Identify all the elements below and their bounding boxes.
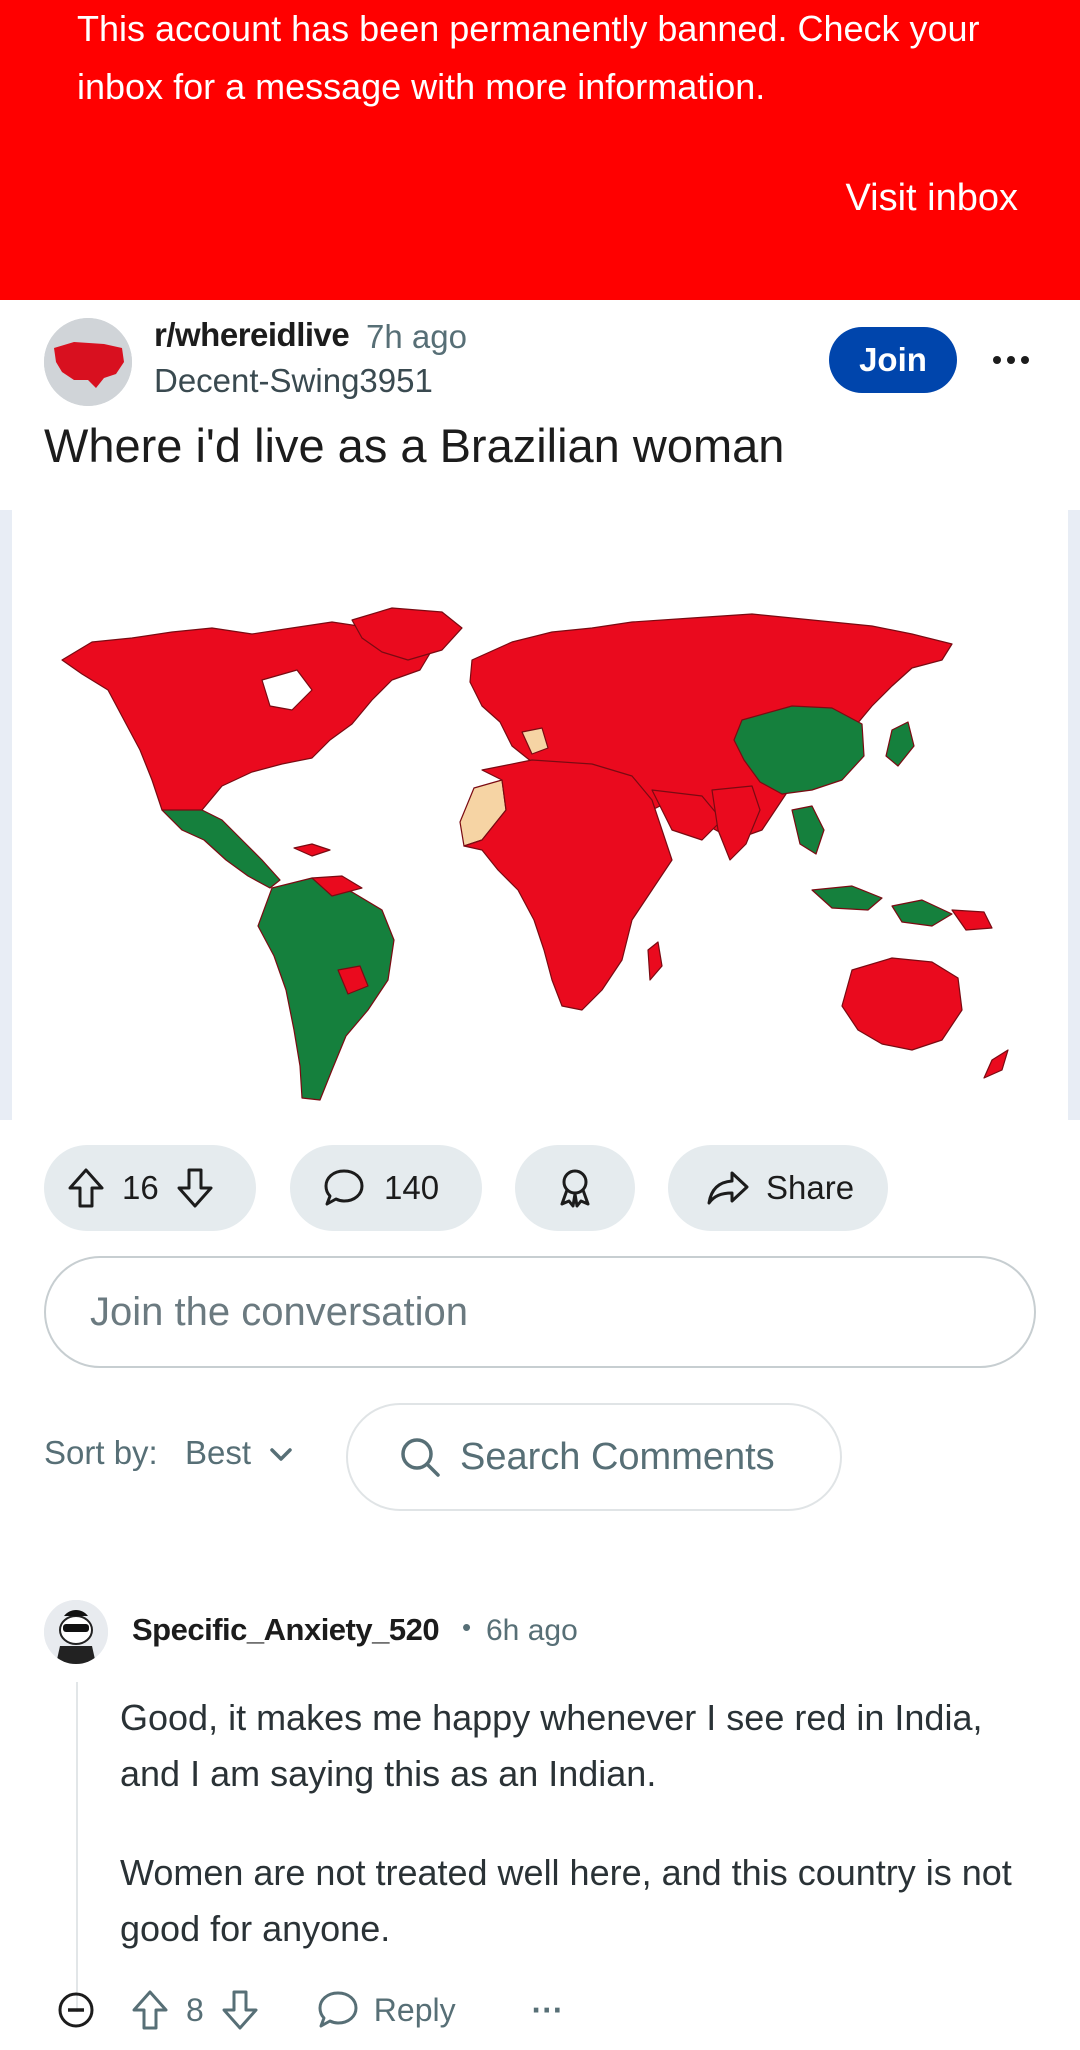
- subreddit-name[interactable]: r/whereidlive: [154, 316, 350, 354]
- subreddit-avatar[interactable]: [44, 318, 132, 406]
- vote-control: 16: [44, 1145, 256, 1231]
- thread-line[interactable]: [76, 1682, 78, 2012]
- award-button[interactable]: [515, 1145, 635, 1231]
- comment-username[interactable]: Specific_Anxiety_520: [132, 1612, 440, 1648]
- ban-banner: This account has been permanently banned…: [0, 0, 1080, 300]
- collapse-icon[interactable]: [56, 1990, 96, 2030]
- comment-time: 6h ago: [486, 1614, 578, 1647]
- comment-count: 140: [384, 1169, 440, 1206]
- share-arrow-icon: [706, 1168, 750, 1208]
- reply-button[interactable]: Reply: [316, 1989, 456, 2031]
- reply-bubble-icon: [318, 1991, 358, 2028]
- commenter-avatar[interactable]: [44, 1600, 108, 1664]
- share-button[interactable]: Share: [668, 1145, 888, 1231]
- world-map-image: [61, 607, 1009, 1101]
- post-image-world-map[interactable]: [0, 510, 1080, 1120]
- chevron-down-icon[interactable]: [268, 1446, 294, 1464]
- comment-upvote-icon[interactable]: [130, 1988, 170, 2032]
- ban-message: This account has been permanently banned…: [77, 8, 980, 107]
- comment-paragraph-1: Good, it makes me happy whenever I see r…: [120, 1697, 983, 1794]
- comment-paragraph-2: Women are not treated well here, and thi…: [120, 1852, 1012, 1949]
- downvote-icon[interactable]: [175, 1166, 215, 1210]
- upvote-icon[interactable]: [66, 1166, 106, 1210]
- post-author[interactable]: Decent-Swing3951: [154, 362, 433, 400]
- comment-bubble-icon: [322, 1167, 366, 1209]
- comments-button[interactable]: 140: [290, 1145, 482, 1231]
- search-comments-input[interactable]: Search Comments: [346, 1403, 842, 1511]
- post-title: Where i'd live as a Brazilian woman: [44, 419, 785, 472]
- comment-vote-count: 8: [186, 1991, 204, 2028]
- reply-label: Reply: [373, 1991, 456, 2028]
- join-button[interactable]: Join: [829, 327, 957, 393]
- comment-actions: 8 Reply ···: [56, 1985, 564, 2035]
- award-icon: [555, 1166, 595, 1210]
- share-label: Share: [766, 1169, 855, 1206]
- visit-inbox-link[interactable]: Visit inbox: [845, 172, 1018, 224]
- post-time: 7h ago: [366, 318, 467, 355]
- post-vote-count: 16: [122, 1169, 159, 1206]
- search-icon: [398, 1435, 442, 1479]
- search-comments-placeholder: Search Comments: [460, 1435, 775, 1478]
- comment-downvote-icon[interactable]: [220, 1988, 260, 2032]
- more-options-icon[interactable]: [990, 340, 1032, 380]
- usa-map-icon: [44, 318, 132, 406]
- comment-more-icon[interactable]: ···: [532, 1992, 564, 2029]
- sort-label: Sort by:: [44, 1434, 158, 1471]
- sort-dropdown[interactable]: Best: [185, 1434, 251, 1472]
- snoo-avatar-icon: [44, 1600, 108, 1664]
- join-conversation-input[interactable]: Join the conversation: [44, 1256, 1036, 1368]
- separator-dot: •: [462, 1612, 472, 1642]
